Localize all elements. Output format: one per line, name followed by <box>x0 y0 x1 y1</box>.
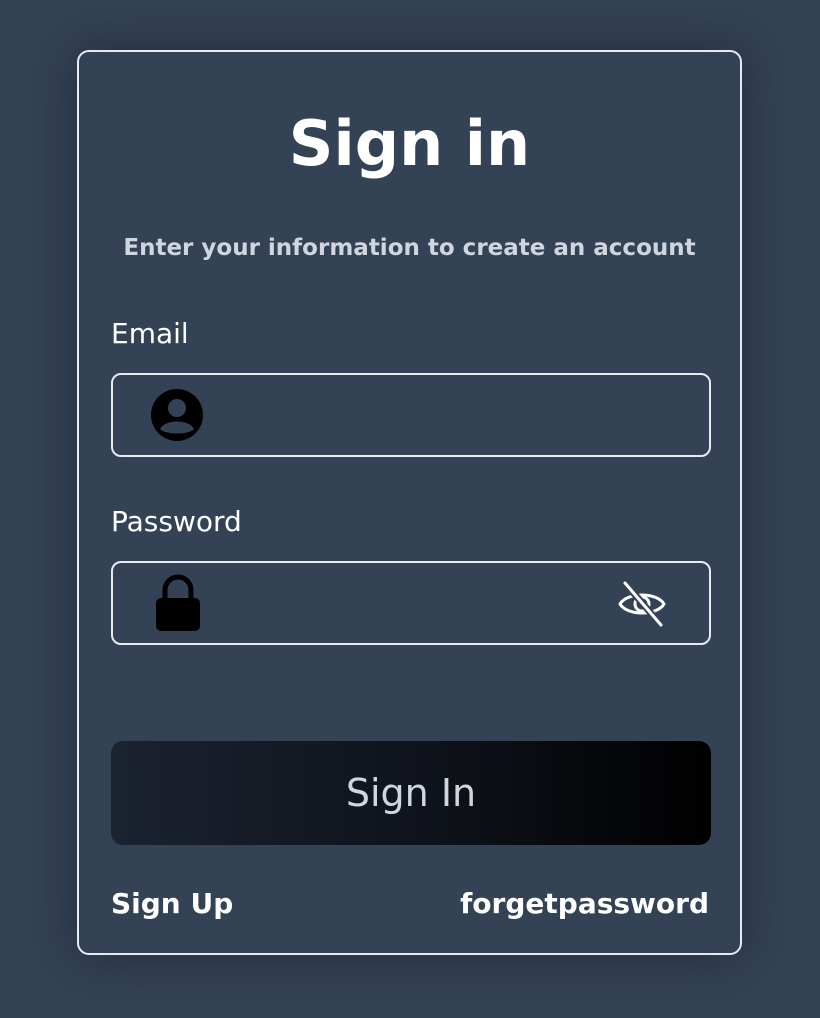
email-input[interactable] <box>218 393 639 437</box>
lock-icon <box>156 574 200 631</box>
page-title: Sign in <box>288 107 531 180</box>
page-subtitle: Enter your information to create an acco… <box>123 235 696 261</box>
email-label: Email <box>111 317 189 350</box>
sign-up-link[interactable]: Sign Up <box>111 886 233 922</box>
password-label: Password <box>111 505 242 538</box>
sign-in-button[interactable]: Sign In <box>111 741 711 845</box>
signin-card: Sign in Enter your information to create… <box>77 50 742 955</box>
eye-off-icon[interactable] <box>617 579 667 629</box>
user-icon <box>151 389 203 441</box>
password-field-container <box>111 561 711 645</box>
email-field-container <box>111 373 711 457</box>
password-input[interactable] <box>218 581 639 625</box>
forgot-password-link[interactable]: forgetpassword <box>460 886 709 922</box>
